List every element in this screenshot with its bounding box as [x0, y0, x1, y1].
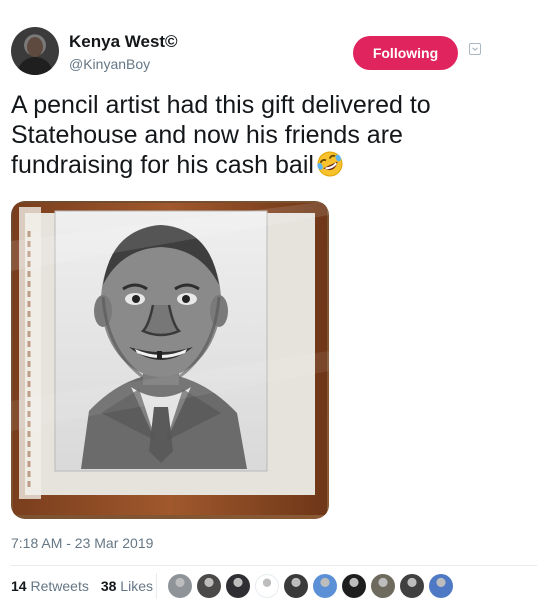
following-button[interactable]: Following [353, 36, 458, 70]
author-avatar[interactable] [11, 27, 59, 75]
liker-avatars [168, 574, 453, 598]
liker-avatar[interactable] [342, 574, 366, 598]
tweet-header: Kenya West© @KinyanBoy Following [11, 27, 537, 79]
stats-separator [156, 573, 157, 599]
likes-label: Likes [120, 578, 153, 594]
author-handle[interactable]: @KinyanBoy [69, 54, 178, 74]
liker-avatar[interactable] [371, 574, 395, 598]
tweet-body: A pencil artist had this gift delivered … [11, 91, 431, 179]
liker-avatar[interactable] [313, 574, 337, 598]
author-display-name[interactable]: Kenya West© [69, 32, 178, 52]
liker-avatar[interactable] [197, 574, 221, 598]
avatar-shoulders [17, 57, 53, 75]
chevron-down-icon[interactable] [469, 43, 481, 55]
stats-divider [11, 565, 537, 566]
tweet-timestamp[interactable]: 7:18 AM - 23 Mar 2019 [11, 535, 153, 551]
liker-avatar[interactable] [226, 574, 250, 598]
rofl-emoji-icon [315, 150, 345, 178]
avatar-face [27, 37, 43, 57]
author-names: Kenya West© @KinyanBoy [69, 32, 178, 74]
liker-avatar[interactable] [168, 574, 192, 598]
tweet-text: A pencil artist had this gift delivered … [11, 90, 531, 180]
liker-avatar[interactable] [284, 574, 308, 598]
likes-count: 38 [100, 578, 117, 594]
liker-avatar[interactable] [255, 574, 279, 598]
retweets-stat[interactable]: 14 Retweets [11, 578, 89, 594]
tweet-photo[interactable] [11, 201, 329, 519]
liker-avatar[interactable] [400, 574, 424, 598]
retweets-label: Retweets [30, 578, 89, 594]
framed-portrait-image [11, 201, 329, 519]
retweets-count: 14 [11, 578, 27, 594]
likes-stat[interactable]: 38 Likes [101, 578, 153, 594]
engagement-stats: 14 Retweets 38 Likes [11, 578, 153, 594]
liker-avatar[interactable] [429, 574, 453, 598]
